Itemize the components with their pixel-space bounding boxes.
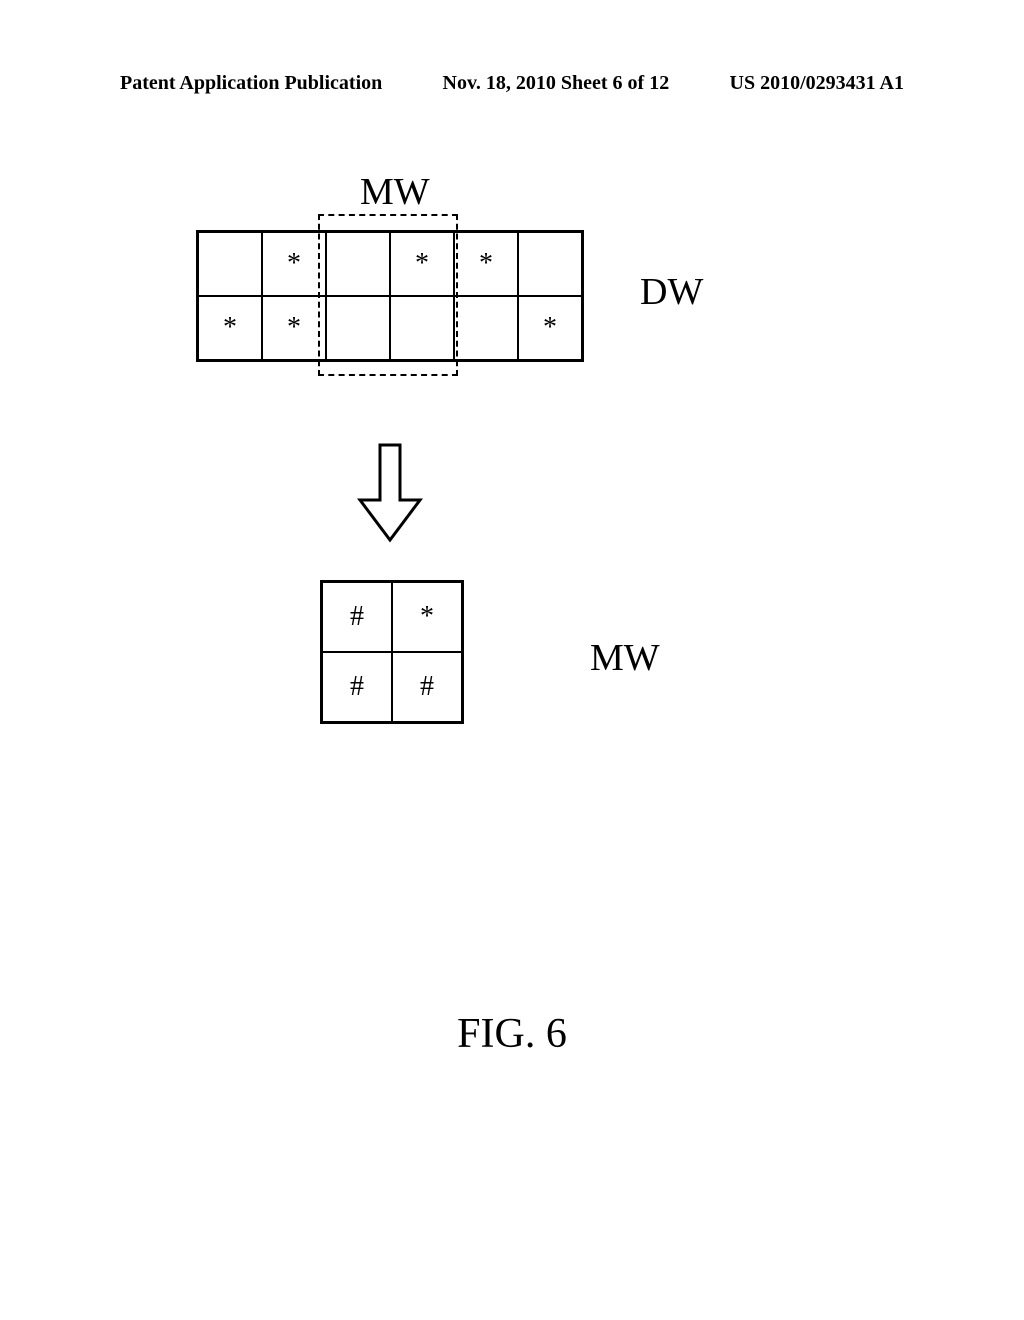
dw-cell: * (198, 296, 262, 360)
dw-cell: * (262, 232, 326, 296)
page-header: Patent Application Publication Nov. 18, … (120, 72, 904, 95)
mw-top-label: MW (360, 170, 430, 214)
dw-grid: * * * * * * (196, 230, 584, 362)
dw-cell: * (390, 232, 454, 296)
dw-cell (198, 232, 262, 296)
down-arrow-icon (350, 440, 430, 550)
header-left: Patent Application Publication (120, 72, 382, 95)
dw-cell (326, 296, 390, 360)
dw-cell: * (518, 296, 582, 360)
dw-cell (518, 232, 582, 296)
dw-cell: * (454, 232, 518, 296)
mw-cell: # (392, 652, 462, 722)
dw-cell (326, 232, 390, 296)
dw-cell: * (262, 296, 326, 360)
dw-right-label: DW (640, 270, 703, 314)
header-center: Nov. 18, 2010 Sheet 6 of 12 (443, 72, 670, 95)
dw-cell (454, 296, 518, 360)
mw-cell: # (322, 582, 392, 652)
mw-cell: # (322, 652, 392, 722)
header-right: US 2010/0293431 A1 (730, 72, 904, 95)
mw-cell: * (392, 582, 462, 652)
mw-right-label: MW (590, 636, 660, 680)
dw-cell (390, 296, 454, 360)
figure-caption: FIG. 6 (0, 1010, 1024, 1058)
mw-grid: # * # # (320, 580, 464, 724)
